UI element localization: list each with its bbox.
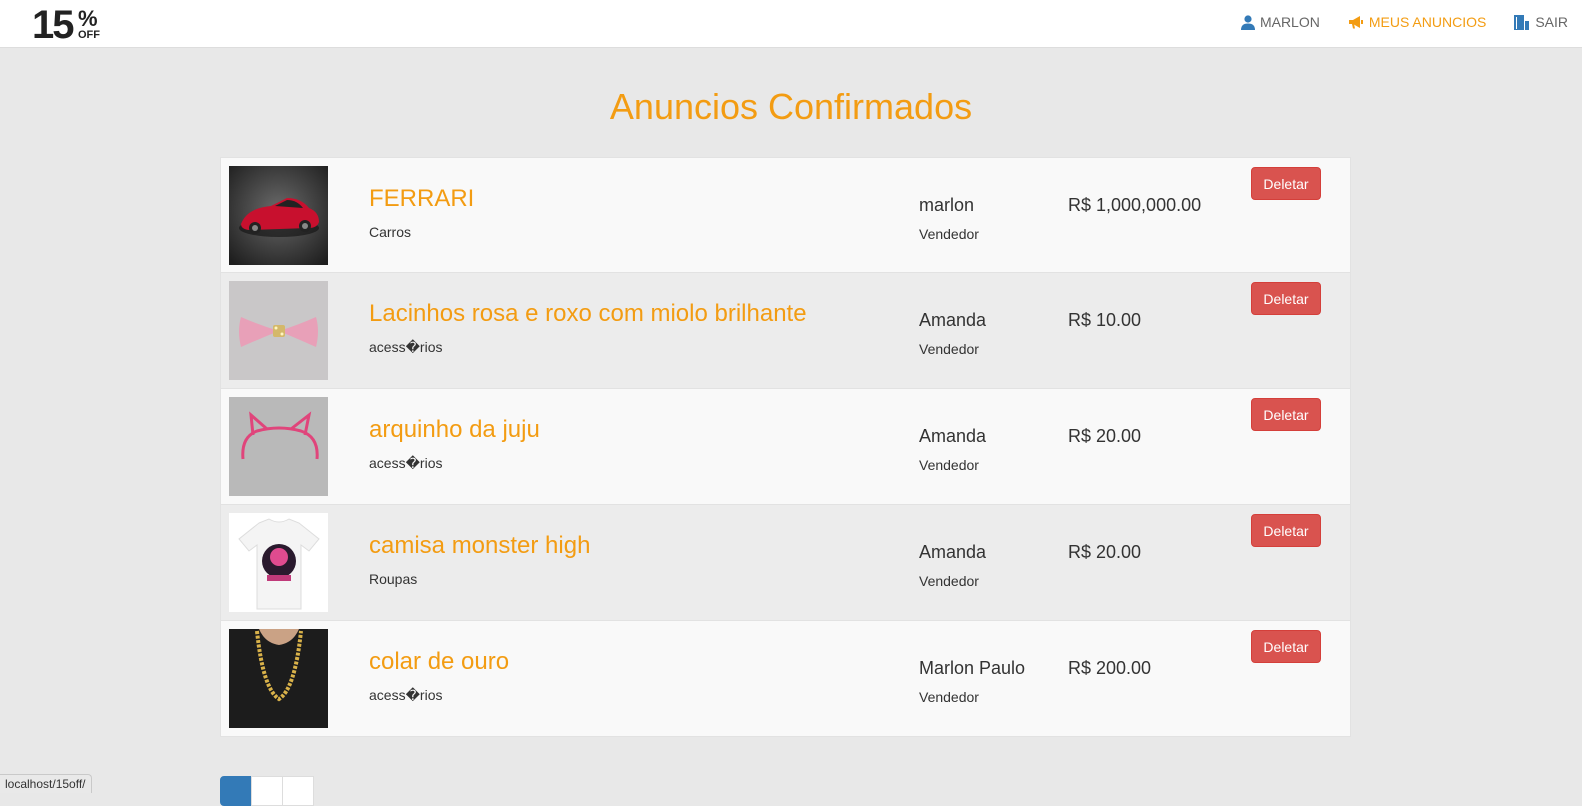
ad-title[interactable]: FERRARI bbox=[369, 185, 474, 213]
ad-thumbnail[interactable] bbox=[229, 281, 328, 380]
logo-percent: % bbox=[78, 6, 98, 31]
nav-logout-link[interactable]: SAIR bbox=[1514, 14, 1568, 30]
delete-button[interactable]: Deletar bbox=[1251, 282, 1321, 315]
ad-seller-name: marlon bbox=[919, 195, 975, 215]
top-navbar: 15 % OFF MARLON MEUS ANUNCIOS SAIR bbox=[0, 0, 1582, 48]
ad-thumbnail[interactable] bbox=[229, 397, 328, 496]
ad-title[interactable]: colar de ouro bbox=[369, 648, 509, 676]
ad-thumbnail[interactable] bbox=[229, 166, 328, 265]
ad-row: Lacinhos rosa e roxo com miolo brilhante… bbox=[220, 273, 1351, 389]
door-exit-icon bbox=[1514, 14, 1530, 30]
ad-row: FERRARI Carros marlon Vendedor R$ 1,000,… bbox=[220, 157, 1351, 273]
delete-button[interactable]: Deletar bbox=[1251, 514, 1321, 547]
ad-price: R$ 20.00 bbox=[1068, 542, 1142, 562]
page-button[interactable] bbox=[251, 776, 283, 806]
ad-category: Roupas bbox=[369, 571, 418, 587]
delete-button[interactable]: Deletar bbox=[1251, 167, 1321, 200]
nav-my-ads-link[interactable]: MEUS ANUNCIOS bbox=[1348, 14, 1486, 30]
ad-price: R$ 10.00 bbox=[1068, 310, 1142, 330]
hair-bow-image bbox=[229, 281, 328, 380]
delete-button[interactable]: Deletar bbox=[1251, 398, 1321, 431]
delete-button[interactable]: Deletar bbox=[1251, 630, 1321, 663]
page-title: Anuncios Confirmados bbox=[609, 86, 973, 127]
ad-seller-role: Vendedor bbox=[919, 226, 979, 242]
ad-seller-name: Amanda bbox=[919, 310, 987, 330]
ad-price: R$ 200.00 bbox=[1068, 658, 1152, 678]
logo-number: 15 bbox=[32, 3, 74, 47]
ad-category: acess�rios bbox=[369, 455, 443, 471]
nav-my-ads-label: MEUS ANUNCIOS bbox=[1368, 14, 1487, 30]
ad-row: camisa monster high Roupas Amanda Vended… bbox=[220, 505, 1351, 621]
bullhorn-icon bbox=[1348, 16, 1363, 29]
ad-seller-name: Marlon Paulo bbox=[919, 658, 1026, 678]
page-button-current[interactable] bbox=[220, 776, 252, 806]
ad-seller-role: Vendedor bbox=[919, 457, 979, 473]
nav-user-label: MARLON bbox=[1259, 14, 1320, 30]
pagination bbox=[220, 776, 314, 806]
ad-seller-name: Amanda bbox=[919, 542, 987, 562]
ad-row: arquinho da juju acess�rios Amanda Vende… bbox=[220, 389, 1351, 505]
ad-row: colar de ouro acess�rios Marlon Paulo Ve… bbox=[220, 621, 1351, 737]
ad-title[interactable]: arquinho da juju bbox=[369, 416, 540, 444]
nav-user-link[interactable]: MARLON bbox=[1240, 14, 1320, 30]
ad-thumbnail[interactable] bbox=[229, 629, 328, 728]
ad-price: R$ 1,000,000.00 bbox=[1068, 195, 1202, 215]
headband-image bbox=[229, 397, 328, 496]
browser-status-url: localhost/15off/ bbox=[0, 774, 92, 793]
nav-links: MARLON MEUS ANUNCIOS SAIR bbox=[1240, 14, 1568, 30]
ad-category: acess�rios bbox=[369, 339, 443, 355]
ad-title[interactable]: camisa monster high bbox=[369, 532, 590, 560]
ads-list: FERRARI Carros marlon Vendedor R$ 1,000,… bbox=[220, 157, 1351, 737]
ad-category: acess�rios bbox=[369, 687, 443, 703]
ad-category: Carros bbox=[369, 224, 412, 240]
ad-thumbnail[interactable] bbox=[229, 513, 328, 612]
logo-off: OFF bbox=[78, 29, 100, 41]
user-icon bbox=[1240, 14, 1255, 30]
ad-seller-role: Vendedor bbox=[919, 341, 979, 357]
page-button[interactable] bbox=[282, 776, 314, 806]
necklace-image bbox=[229, 629, 328, 728]
car-image bbox=[229, 166, 328, 265]
tshirt-image bbox=[229, 513, 328, 612]
ad-title[interactable]: Lacinhos rosa e roxo com miolo brilhante bbox=[369, 300, 807, 328]
ad-seller-name: Amanda bbox=[919, 426, 987, 446]
ad-price: R$ 20.00 bbox=[1068, 426, 1142, 446]
ad-seller-role: Vendedor bbox=[919, 689, 979, 705]
ad-seller-role: Vendedor bbox=[919, 573, 979, 589]
nav-logout-label: SAIR bbox=[1535, 14, 1568, 30]
